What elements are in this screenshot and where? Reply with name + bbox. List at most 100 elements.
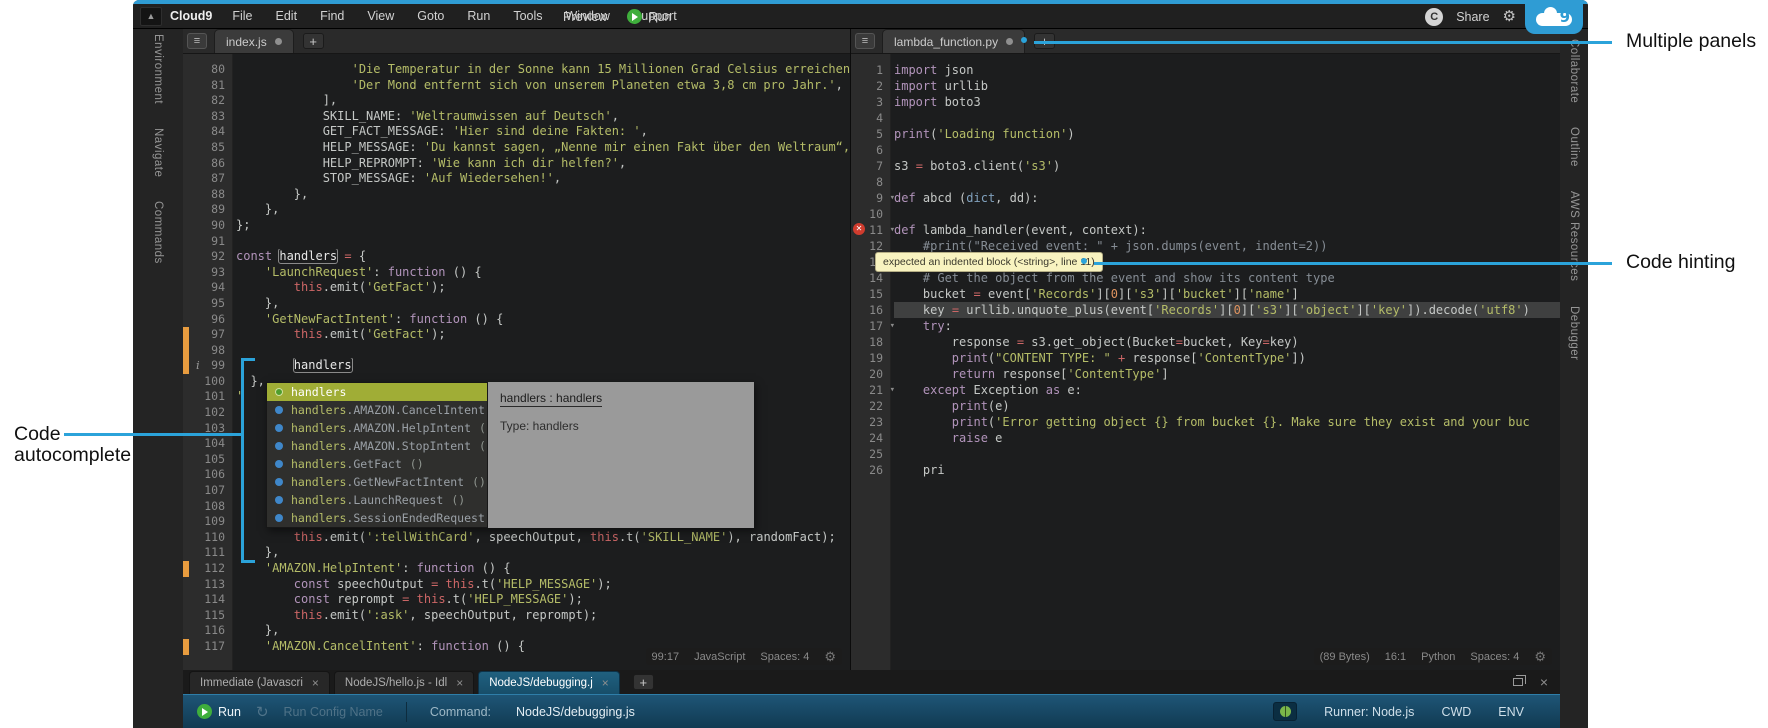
autocomplete-item-3[interactable]: handlers.AMAZON.StopIntent () bbox=[267, 437, 487, 455]
close-tab-icon[interactable]: × bbox=[602, 677, 609, 689]
code-line-110[interactable]: 110 this.emit(':tellWithCard', speechOut… bbox=[183, 530, 850, 546]
spaces-setting[interactable]: Spaces: 4 bbox=[1470, 651, 1519, 663]
rail-tab-outline[interactable]: Outline bbox=[1568, 127, 1580, 167]
console-tab-2[interactable]: NodeJS/debugging.j× bbox=[478, 671, 620, 694]
code-line-111[interactable]: 111 }, bbox=[183, 545, 850, 561]
new-tab-button[interactable]: + bbox=[303, 33, 324, 49]
language-mode[interactable]: Python bbox=[1421, 651, 1455, 663]
avatar[interactable]: C bbox=[1425, 8, 1443, 26]
code-line-94[interactable]: 94 this.emit('GetFact'); bbox=[183, 280, 850, 296]
run-config-name-field[interactable]: Run Config Name bbox=[284, 705, 383, 719]
close-tab-icon[interactable]: × bbox=[456, 677, 463, 689]
code-line-24[interactable]: 24 raise e bbox=[851, 430, 1560, 446]
code-line-92[interactable]: 92const handlers = { bbox=[183, 249, 850, 265]
code-line-113[interactable]: 113 const speechOutput = this.t('HELP_ME… bbox=[183, 577, 850, 593]
code-line-89[interactable]: 89 }, bbox=[183, 202, 850, 218]
menu-item-edit[interactable]: Edit bbox=[276, 9, 298, 23]
code-line-84[interactable]: 84 GET_FACT_MESSAGE: 'Hier sind deine Fa… bbox=[183, 124, 850, 140]
code-line-82[interactable]: 82 ], bbox=[183, 93, 850, 109]
code-line-21[interactable]: 21▾ except Exception as e: bbox=[851, 382, 1560, 398]
code-line-26[interactable]: 26 pri bbox=[851, 462, 1560, 478]
runner-selector[interactable]: Runner: Node.js bbox=[1324, 705, 1414, 719]
menu-item-find[interactable]: Find bbox=[320, 9, 344, 23]
console-tab-0[interactable]: Immediate (Javascri× bbox=[189, 671, 330, 694]
fold-arrow-icon[interactable]: ▾ bbox=[890, 222, 895, 238]
env-button[interactable]: ENV bbox=[1498, 705, 1524, 719]
code-line-88[interactable]: 88 }, bbox=[183, 187, 850, 203]
code-line-99[interactable]: i99 handlers bbox=[183, 358, 850, 374]
close-tab-icon[interactable]: × bbox=[312, 677, 319, 689]
fold-arrow-icon[interactable]: ▾ bbox=[890, 318, 895, 334]
code-line-9[interactable]: 9▾def abcd (dict, dd): bbox=[851, 190, 1560, 206]
code-line-93[interactable]: 93 'LaunchRequest': function () { bbox=[183, 265, 850, 281]
spaces-setting[interactable]: Spaces: 4 bbox=[760, 651, 809, 663]
tab-list-icon[interactable]: ≡ bbox=[187, 33, 207, 49]
code-line-10[interactable]: 10 bbox=[851, 206, 1560, 222]
code-line-95[interactable]: 95 }, bbox=[183, 296, 850, 312]
editor-settings-gear-icon[interactable]: ⚙ bbox=[1534, 650, 1546, 663]
menu-item-goto[interactable]: Goto bbox=[417, 9, 444, 23]
code-line-11[interactable]: ✕11▾def lambda_handler(event, context): bbox=[851, 222, 1560, 238]
autocomplete-item-0[interactable]: handlers bbox=[267, 383, 487, 401]
code-line-7[interactable]: 7s3 = boto3.client('s3') bbox=[851, 158, 1560, 174]
menu-item-tools[interactable]: Tools bbox=[513, 9, 542, 23]
code-line-18[interactable]: 18 response = s3.get_object(Bucket=bucke… bbox=[851, 334, 1560, 350]
editor-settings-gear-icon[interactable]: ⚙ bbox=[824, 650, 836, 663]
fold-arrow-icon[interactable]: ▾ bbox=[890, 190, 895, 206]
cwd-button[interactable]: CWD bbox=[1441, 705, 1471, 719]
rail-tab-collaborate[interactable]: Collaborate bbox=[1568, 39, 1580, 103]
code-line-116[interactable]: 116 }, bbox=[183, 623, 850, 639]
code-line-83[interactable]: 83 SKILL_NAME: 'Weltraumwissen auf Deuts… bbox=[183, 109, 850, 125]
code-line-25[interactable]: 25 bbox=[851, 446, 1560, 462]
autocomplete-item-4[interactable]: handlers.GetFact () bbox=[267, 455, 487, 473]
command-value[interactable]: NodeJS/debugging.js bbox=[516, 705, 635, 719]
rail-tab-aws-resources[interactable]: AWS Resources bbox=[1568, 191, 1580, 281]
autocomplete-item-5[interactable]: handlers.GetNewFactIntent () bbox=[267, 473, 487, 491]
language-mode[interactable]: JavaScript bbox=[694, 651, 745, 663]
code-line-23[interactable]: 23 print('Error getting object {} from b… bbox=[851, 414, 1560, 430]
autocomplete-item-6[interactable]: handlers.LaunchRequest () bbox=[267, 491, 487, 509]
code-line-98[interactable]: 98 bbox=[183, 343, 850, 359]
code-line-96[interactable]: 96 'GetNewFactIntent': function () { bbox=[183, 312, 850, 328]
tab-list-icon[interactable]: ≡ bbox=[855, 33, 875, 49]
console-run-button[interactable]: Run bbox=[197, 704, 241, 719]
code-line-81[interactable]: 81 'Der Mond entfernt sich von unserem P… bbox=[183, 78, 850, 94]
maximize-icon[interactable] bbox=[1513, 678, 1523, 686]
run-button[interactable]: Run bbox=[627, 9, 671, 24]
code-line-20[interactable]: 20 return response['ContentType'] bbox=[851, 366, 1560, 382]
code-line-16[interactable]: 16 key = urllib.unquote_plus(event['Reco… bbox=[851, 302, 1560, 318]
code-line-91[interactable]: 91 bbox=[183, 234, 850, 250]
autocomplete-item-1[interactable]: handlers.AMAZON.CancelIntent () bbox=[267, 401, 487, 419]
tab-index-js[interactable]: index.js bbox=[214, 29, 294, 53]
code-line-3[interactable]: 3import boto3 bbox=[851, 94, 1560, 110]
code-line-114[interactable]: 114 const reprompt = this.t('HELP_MESSAG… bbox=[183, 592, 850, 608]
code-line-5[interactable]: 5print('Loading function') bbox=[851, 126, 1560, 142]
menu-item-view[interactable]: View bbox=[367, 9, 394, 23]
menu-item-file[interactable]: File bbox=[232, 9, 252, 23]
tab-lambda-function-py[interactable]: lambda_function.py bbox=[882, 29, 1025, 53]
code-line-2[interactable]: 2import urllib bbox=[851, 78, 1560, 94]
code-line-80[interactable]: 80 'Die Temperatur in der Sonne kann 15 … bbox=[183, 62, 850, 78]
console-tab-1[interactable]: NodeJS/hello.js - Idl× bbox=[334, 671, 474, 694]
autocomplete-item-7[interactable]: handlers.SessionEndedRequest () bbox=[267, 509, 487, 527]
code-line-4[interactable]: 4 bbox=[851, 110, 1560, 126]
preview-button[interactable]: Preview bbox=[563, 10, 607, 24]
debug-button[interactable] bbox=[1273, 702, 1297, 721]
code-line-22[interactable]: 22 print(e) bbox=[851, 398, 1560, 414]
rail-tab-navigate[interactable]: Navigate bbox=[152, 128, 164, 177]
code-line-17[interactable]: 17▾ try: bbox=[851, 318, 1560, 334]
right-code-area[interactable]: 1import json2import urllib3import boto34… bbox=[851, 54, 1560, 670]
rail-tab-commands[interactable]: Commands bbox=[152, 201, 164, 264]
share-button[interactable]: Share bbox=[1456, 10, 1489, 24]
code-line-85[interactable]: 85 HELP_MESSAGE: 'Du kannst sagen, „Nenn… bbox=[183, 140, 850, 156]
collapse-menubar-button[interactable]: ▲ bbox=[140, 7, 162, 26]
rail-tab-debugger[interactable]: Debugger bbox=[1568, 306, 1580, 361]
code-line-6[interactable]: 6 bbox=[851, 142, 1560, 158]
new-console-tab-button[interactable]: + bbox=[633, 674, 654, 690]
rail-tab-environment[interactable]: Environment bbox=[152, 34, 164, 104]
code-line-115[interactable]: 115 this.emit(':ask', speechOutput, repr… bbox=[183, 608, 850, 624]
code-line-14[interactable]: 14 # Get the object from the event and s… bbox=[851, 270, 1560, 286]
code-line-87[interactable]: 87 STOP_MESSAGE: 'Auf Wiedersehen!', bbox=[183, 171, 850, 187]
code-line-1[interactable]: 1import json bbox=[851, 62, 1560, 78]
code-line-19[interactable]: 19 print("CONTENT TYPE: " + response['Co… bbox=[851, 350, 1560, 366]
